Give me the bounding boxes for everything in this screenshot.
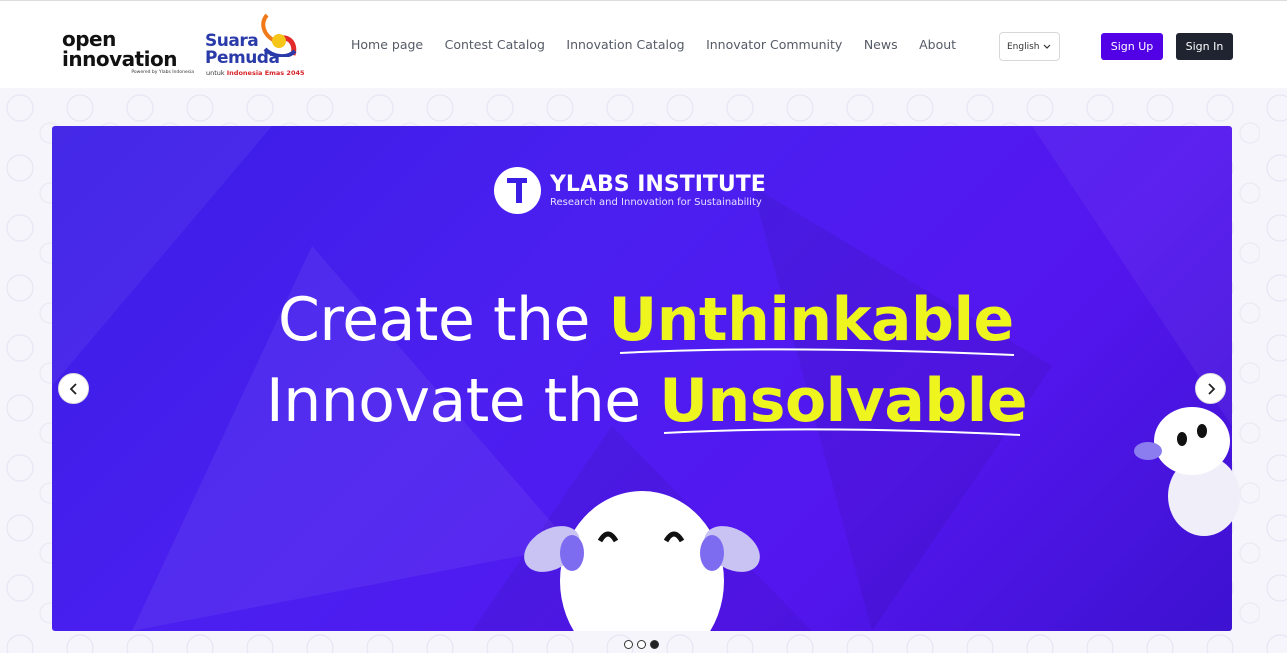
brand-subtitle: Research and Innovation for Sustainabili… (550, 196, 762, 208)
carousel-next-button[interactable] (1195, 373, 1226, 404)
nav-news[interactable]: News (864, 37, 898, 52)
nav-innovator-community[interactable]: Innovator Community (706, 37, 842, 52)
hero-banner[interactable]: YLABS INSTITUTE Research and Innovation … (52, 126, 1232, 631)
sign-in-button[interactable]: Sign In (1176, 33, 1233, 60)
nav-home[interactable]: Home page (351, 37, 423, 52)
ylabs-logo-icon (494, 167, 541, 214)
sign-up-button[interactable]: Sign Up (1101, 33, 1163, 60)
ylabs-brand: YLABS INSTITUTE Research and Innovation … (494, 167, 766, 214)
carousel-dot-1[interactable] (624, 640, 633, 649)
mascot-right-icon (1134, 407, 1240, 536)
carousel-indicators (624, 640, 659, 649)
main-nav: Home page Contest Catalog Innovation Cat… (351, 37, 978, 52)
nav-contest-catalog[interactable]: Contest Catalog (445, 37, 545, 52)
mascot-center-icon (524, 491, 760, 631)
nav-innovation-catalog[interactable]: Innovation Catalog (566, 37, 684, 52)
open-innovation-logo[interactable]: open innovation Powered by Ylabs Indones… (62, 29, 196, 75)
language-select[interactable]: English (999, 32, 1060, 61)
site-header: open innovation Powered by Ylabs Indones… (0, 2, 1287, 88)
brand-title: YLABS INSTITUTE (550, 171, 766, 197)
carousel-dot-2[interactable] (637, 640, 646, 649)
underline-1 (619, 348, 1015, 356)
underline-2 (663, 428, 1021, 436)
suara-pemuda-logo[interactable]: Suara Pemuda untuk Indonesia Emas 2045 (205, 11, 305, 79)
carousel-dot-3[interactable] (650, 640, 659, 649)
headline-line-2: Innovate the Unsolvable (266, 366, 1028, 436)
carousel-prev-button[interactable] (58, 373, 89, 404)
chevron-down-icon (1043, 44, 1050, 49)
nav-about[interactable]: About (919, 37, 956, 52)
chevron-right-icon (1207, 382, 1215, 395)
headline-line-1: Create the Unthinkable (278, 285, 1014, 355)
language-selected: English (1007, 41, 1040, 52)
chevron-left-icon (69, 382, 77, 395)
